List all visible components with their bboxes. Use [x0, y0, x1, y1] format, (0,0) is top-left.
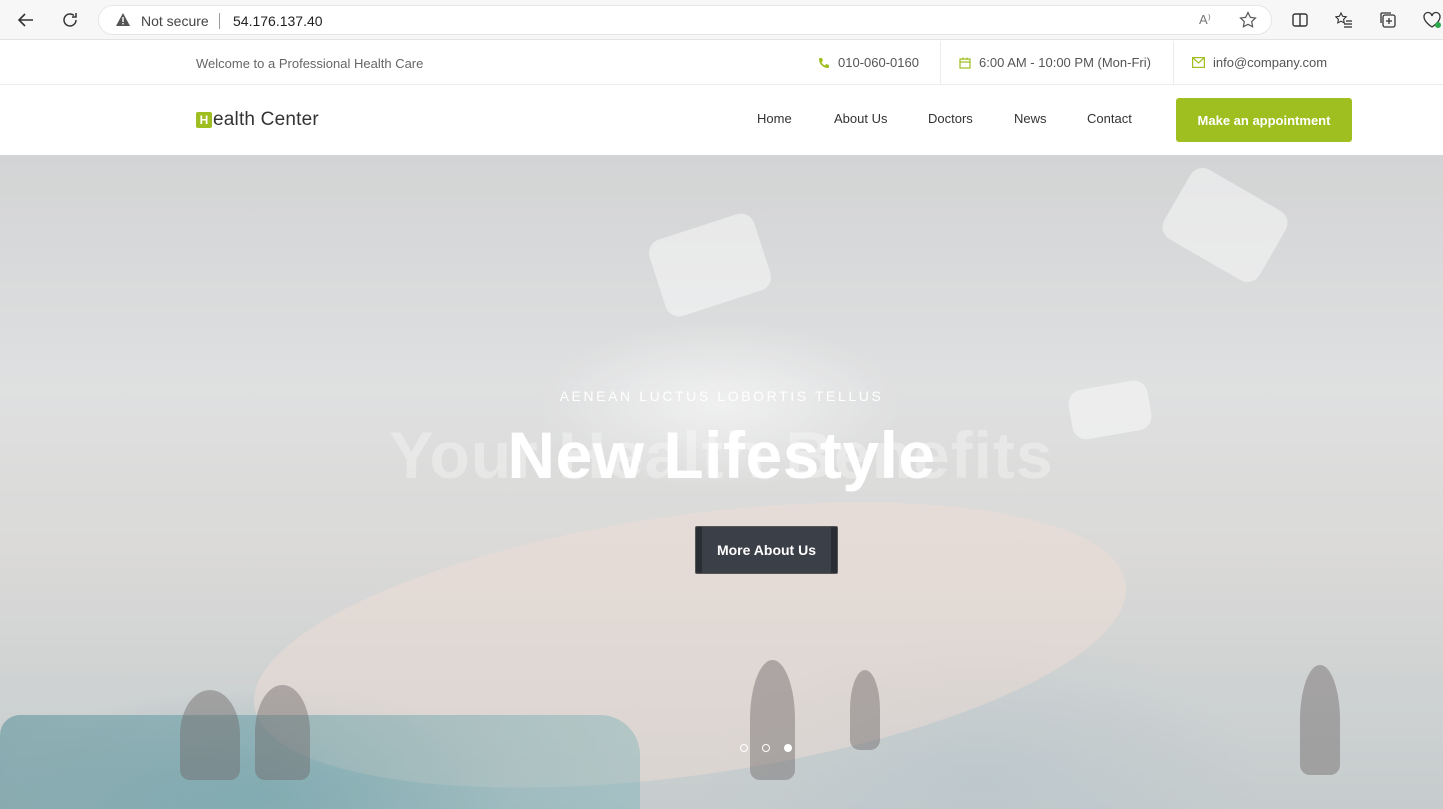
welcome-text: Welcome to a Professional Health Care — [196, 56, 424, 71]
phone-number: 010-060-0160 — [838, 55, 919, 70]
envelope-icon — [1192, 57, 1205, 68]
address-bar[interactable]: Not secure 54.176.137.40 A⁾ — [98, 5, 1272, 35]
hours-info: 6:00 AM - 10:00 PM (Mon-Fri) — [959, 41, 1151, 84]
address-divider — [219, 13, 220, 29]
favorites-list-icon — [1335, 11, 1352, 28]
hero-title: New Lifestyle — [507, 418, 936, 492]
site-logo[interactable]: H ealth Center — [196, 109, 319, 131]
phone-info[interactable]: 010-060-0160 — [818, 41, 919, 84]
collections-icon — [1380, 12, 1396, 28]
slider-dot-2[interactable] — [762, 744, 770, 752]
nav-home[interactable]: Home — [757, 111, 792, 126]
phone-icon — [819, 57, 829, 68]
split-screen-icon — [1292, 13, 1308, 27]
opening-hours: 6:00 AM - 10:00 PM (Mon-Fri) — [979, 55, 1151, 70]
url-text[interactable]: 54.176.137.40 — [233, 13, 323, 29]
split-screen-button[interactable] — [1288, 8, 1312, 32]
email-info[interactable]: info@company.com — [1192, 41, 1327, 84]
logo-mark: H — [196, 112, 212, 128]
security-label[interactable]: Not secure — [141, 13, 209, 29]
email-address: info@company.com — [1213, 55, 1328, 70]
nav-doctors[interactable]: Doctors — [928, 111, 973, 126]
collections-button[interactable] — [1376, 8, 1400, 32]
nav-about-us[interactable]: About Us — [834, 111, 887, 126]
favorite-star-icon[interactable] — [1239, 11, 1257, 29]
top-info-bar: Welcome to a Professional Health Care 01… — [0, 41, 1443, 85]
browser-essentials-button[interactable] — [1420, 8, 1443, 32]
hero-subtitle: AENEAN LUCTUS LOBORTIS TELLUS — [559, 388, 884, 404]
slider-pagination — [740, 744, 792, 752]
nav-news[interactable]: News — [1014, 111, 1047, 126]
favorites-button[interactable] — [1332, 8, 1356, 32]
nav-contact[interactable]: Contact — [1087, 111, 1132, 126]
slider-dot-3[interactable] — [784, 744, 792, 752]
site-header: H ealth Center Home About Us Doctors New… — [0, 85, 1443, 155]
warning-icon — [116, 13, 130, 26]
calendar-icon — [959, 57, 971, 69]
logo-text: ealth Center — [213, 109, 319, 130]
info-divider — [940, 41, 941, 84]
browser-toolbar: Not secure 54.176.137.40 A⁾ — [0, 0, 1443, 40]
heart-pulse-icon — [1423, 11, 1441, 28]
hero-slider: AENEAN LUCTUS LOBORTIS TELLUS Your Healt… — [0, 155, 1443, 809]
more-about-us-button[interactable]: More About Us — [695, 526, 838, 574]
back-arrow-icon — [17, 13, 33, 27]
read-aloud-icon[interactable]: A⁾ — [1199, 12, 1211, 28]
make-appointment-button[interactable]: Make an appointment — [1176, 98, 1352, 142]
reload-button[interactable] — [56, 6, 84, 34]
reload-icon — [63, 13, 77, 27]
back-button[interactable] — [12, 6, 40, 34]
slider-dot-1[interactable] — [740, 744, 748, 752]
info-divider — [1173, 41, 1174, 84]
